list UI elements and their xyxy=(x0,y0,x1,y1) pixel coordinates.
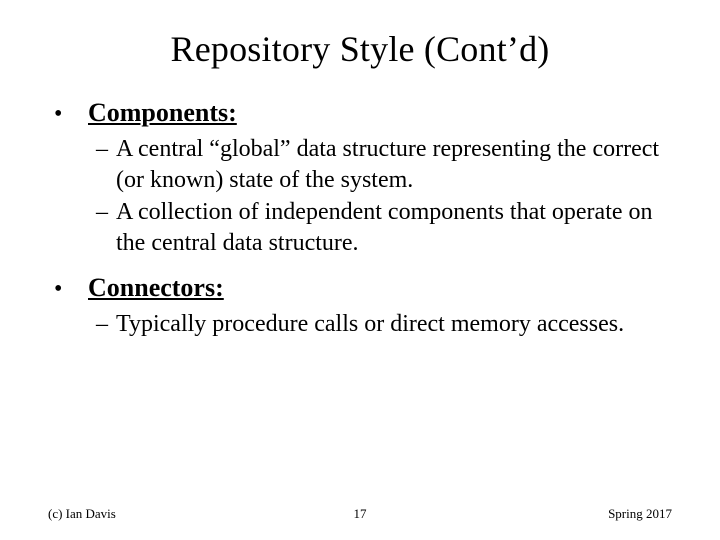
section-connectors: • Connectors: – Typically procedure call… xyxy=(48,273,672,340)
dash-icon: – xyxy=(48,311,116,338)
section-components: • Components: – A central “global” data … xyxy=(48,98,672,259)
section-heading: Components: xyxy=(88,98,237,128)
section-heading-row: • Components: xyxy=(48,98,672,128)
section-heading: Connectors: xyxy=(88,273,224,303)
footer: (c) Ian Davis 17 Spring 2017 xyxy=(48,506,672,522)
section-items: – Typically procedure calls or direct me… xyxy=(48,309,672,340)
item-text: A central “global” data structure repres… xyxy=(116,134,672,195)
item-text: Typically procedure calls or direct memo… xyxy=(116,309,624,340)
section-items: – A central “global” data structure repr… xyxy=(48,134,672,259)
footer-page-number: 17 xyxy=(48,506,672,522)
list-item: – A central “global” data structure repr… xyxy=(48,134,672,195)
section-heading-row: • Connectors: xyxy=(48,273,672,303)
slide-title: Repository Style (Cont’d) xyxy=(48,28,672,70)
list-item: – Typically procedure calls or direct me… xyxy=(48,309,672,340)
item-text: A collection of independent components t… xyxy=(116,197,672,258)
bullet-icon: • xyxy=(48,277,88,301)
list-item: – A collection of independent components… xyxy=(48,197,672,258)
content-list: • Components: – A central “global” data … xyxy=(48,98,672,340)
slide: Repository Style (Cont’d) • Components: … xyxy=(0,0,720,540)
dash-icon: – xyxy=(48,199,116,226)
bullet-icon: • xyxy=(48,102,88,126)
dash-icon: – xyxy=(48,136,116,163)
